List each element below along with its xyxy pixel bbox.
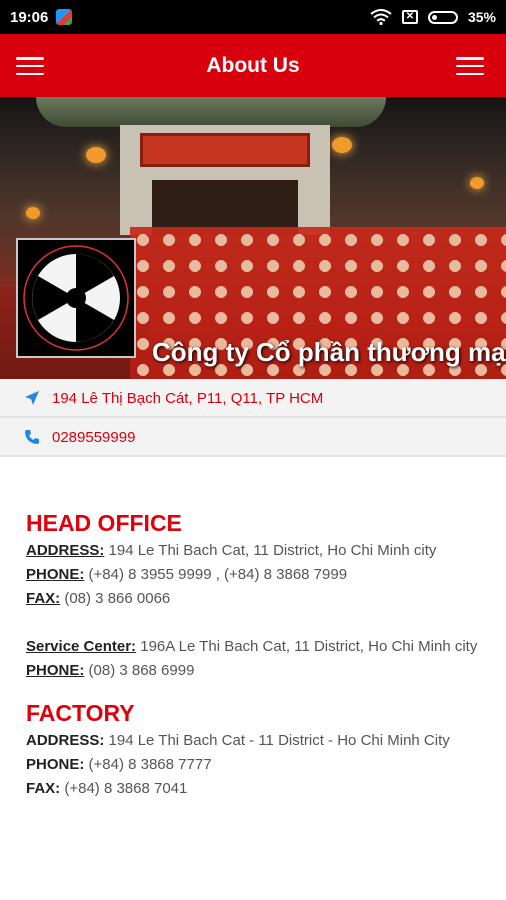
- company-name: Công ty Cổ phần thương mại: [152, 337, 506, 367]
- about-content: HEAD OFFICE ADDRESS: 194 Le Thi Bach Cat…: [26, 507, 486, 801]
- service-center: Service Center: 196A Le Thi Bach Cat, 11…: [26, 638, 478, 655]
- factory-address: ADDRESS: 194 Le Thi Bach Cat - 11 Distri…: [26, 732, 450, 749]
- logo-mark-icon: [23, 245, 129, 351]
- head-office-phone: PHONE: (+84) 8 3955 9999 , (+84) 8 3868 …: [26, 566, 348, 583]
- battery-percent: 35%: [467, 9, 496, 25]
- app-bar: About Us: [0, 34, 506, 97]
- navigation-arrow-icon: [25, 391, 39, 405]
- hamburger-menu-icon[interactable]: [16, 57, 44, 75]
- phone-row[interactable]: 0289559999: [0, 418, 506, 456]
- address-text[interactable]: 194 Lê Thị Bạch Cát, P11, Q11, TP HCM: [52, 390, 323, 407]
- sim-icon: ✕: [401, 10, 418, 24]
- hamburger-menu-icon[interactable]: [456, 57, 484, 75]
- status-right: ✕ 35%: [370, 0, 496, 34]
- service-center-phone: PHONE: (08) 3 868 6999: [26, 662, 195, 679]
- head-office-fax: FAX: (08) 3 866 0066: [26, 590, 171, 607]
- head-office-address: ADDRESS: 194 Le Thi Bach Cat, 11 Distric…: [26, 542, 437, 559]
- status-bar: 19:06 ✕ 35%: [0, 0, 506, 34]
- factory-fax: FAX: (+84) 8 3868 7041: [26, 780, 188, 797]
- phone-icon: [25, 430, 39, 444]
- temple-gate: [120, 125, 330, 235]
- battery-icon: [427, 10, 458, 24]
- head-office-heading: HEAD OFFICE: [26, 510, 182, 536]
- page-title: About Us: [206, 53, 300, 77]
- address-row[interactable]: 194 Lê Thị Bạch Cát, P11, Q11, TP HCM: [0, 379, 506, 417]
- factory-phone: PHONE: (+84) 8 3868 7777: [26, 756, 212, 773]
- temple-roof: [36, 97, 386, 127]
- factory-heading: FACTORY: [26, 700, 135, 726]
- wifi-icon: [370, 9, 392, 25]
- divider: [0, 455, 506, 457]
- notification-app-icon: [56, 9, 73, 25]
- status-time: 19:06: [10, 8, 49, 26]
- phone-text[interactable]: 0289559999: [52, 429, 135, 446]
- company-logo: [16, 238, 136, 358]
